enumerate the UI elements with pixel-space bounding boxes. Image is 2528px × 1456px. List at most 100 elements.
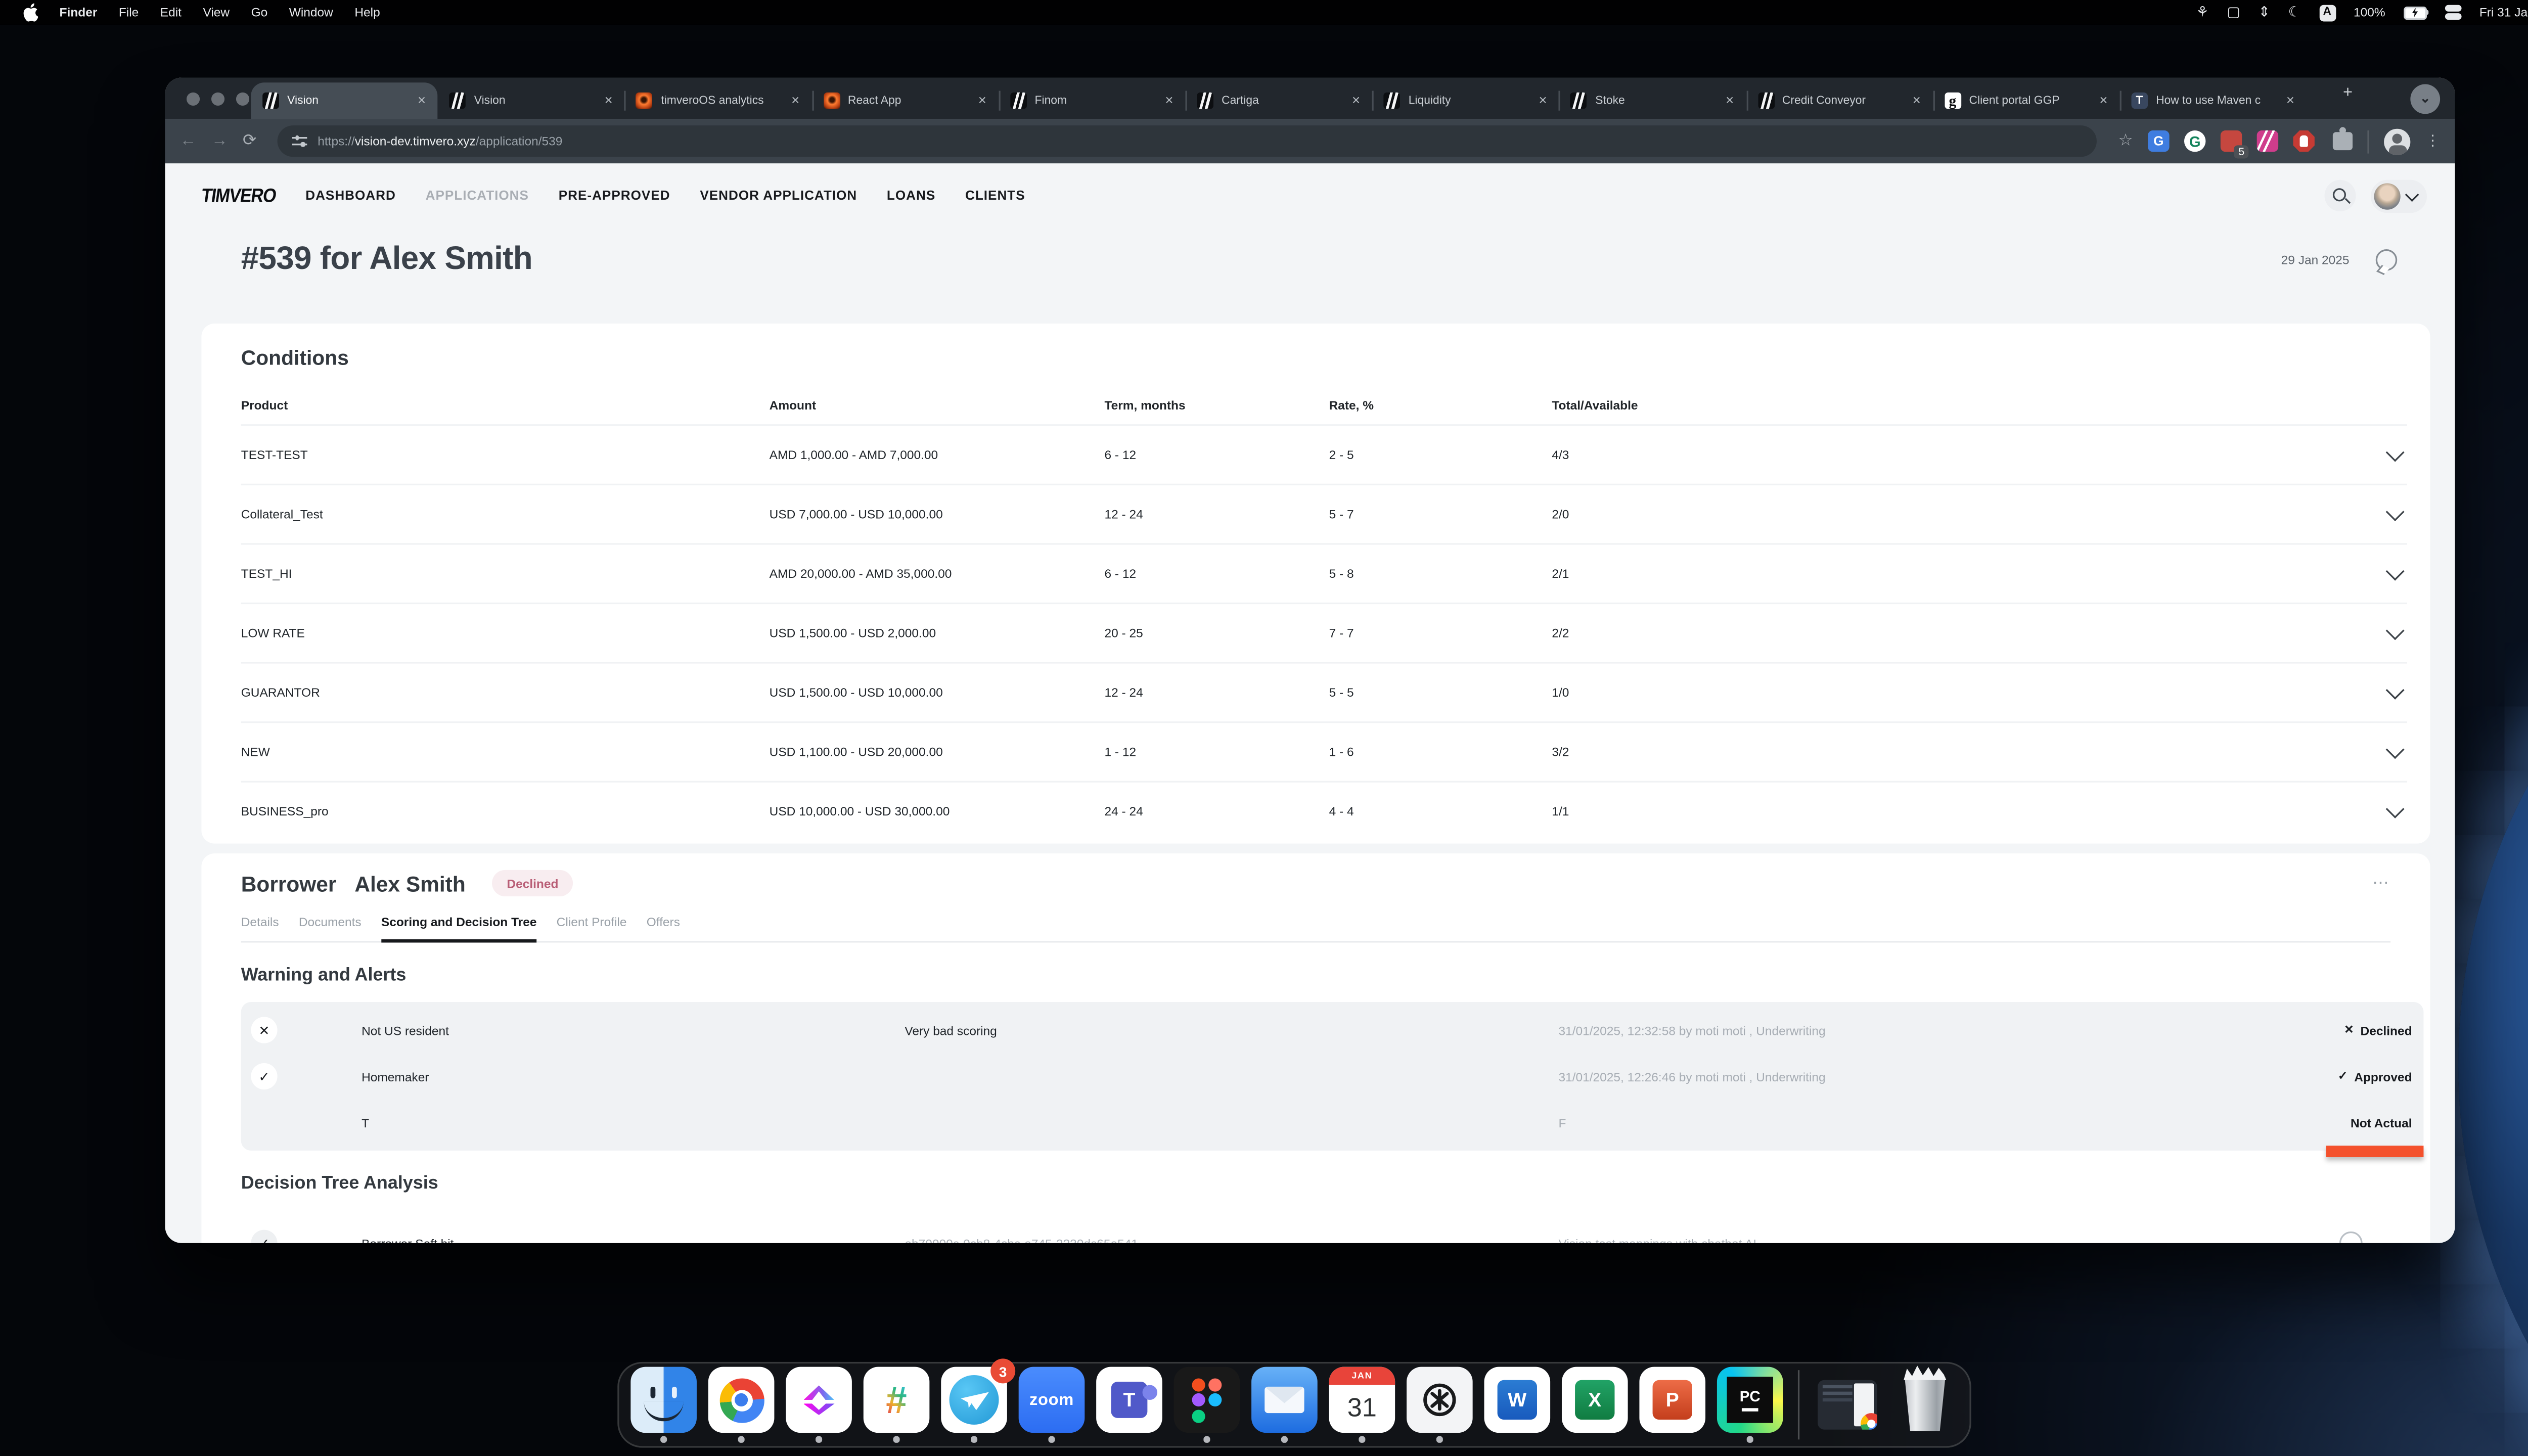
dock-powerpoint[interactable]: P [1639, 1367, 1705, 1442]
tab-close-icon[interactable]: ✕ [978, 94, 987, 107]
grammarly-extension-icon[interactable]: G [2184, 130, 2205, 152]
screen-mirroring-icon[interactable]: ▢ [2227, 6, 2240, 20]
extensions-puzzle-icon[interactable] [2333, 132, 2353, 150]
browser-menu-icon[interactable]: ⋮ [2425, 132, 2440, 150]
extension-with-badge-icon[interactable]: 5 [2221, 130, 2242, 152]
chevron-down-icon[interactable] [2385, 562, 2403, 580]
address-bar[interactable]: https://vision-dev.timvero.xyz/applicati… [278, 125, 2097, 157]
search-icon[interactable] [2325, 180, 2356, 211]
dock-finder[interactable] [630, 1367, 697, 1442]
dock-chatgpt[interactable] [1407, 1367, 1473, 1442]
minimize-window-button[interactable] [211, 92, 224, 105]
dock-calendar[interactable]: JAN 31 [1329, 1367, 1395, 1442]
decision-tree-row[interactable]: ✓ Borrower Soft hit eb70000c-0cb8-4cbc-a… [241, 1220, 2390, 1243]
menu-clock[interactable]: Fri 31 Jan 13:33 [2479, 5, 2528, 20]
nav-vendor-application[interactable]: VENDOR APPLICATION [700, 188, 857, 203]
forward-icon[interactable]: → [211, 133, 228, 150]
chevron-down-icon[interactable] [2385, 681, 2403, 699]
pink-extension-icon[interactable] [2257, 130, 2278, 152]
tab-client-profile[interactable]: Client Profile [557, 915, 627, 941]
tab-liquidity[interactable]: Liquidity ✕ [1372, 82, 1559, 119]
condition-row[interactable]: GUARANTOR USD 1,500.00 - USD 10,000.00 1… [241, 662, 2407, 721]
chevron-down-icon[interactable] [2385, 503, 2403, 521]
site-settings-icon[interactable] [293, 133, 307, 148]
apple-menu-icon[interactable] [23, 4, 38, 22]
tab-stoke[interactable]: Stoke ✕ [1559, 82, 1746, 119]
chevron-down-icon[interactable] [2385, 622, 2403, 640]
tab-how-to-use-maven[interactable]: T How to use Maven c ✕ [2119, 82, 2307, 119]
tab-close-icon[interactable]: ✕ [1539, 94, 1548, 107]
tab-close-icon[interactable]: ✕ [2099, 94, 2108, 107]
warning-row[interactable]: ✓ Homemaker 31/01/2025, 12:26:46 by moti… [241, 1053, 2424, 1099]
tab-details[interactable]: Details [241, 915, 279, 941]
tab-timveroos-analytics[interactable]: timveroOS analytics ✕ [625, 82, 812, 119]
status-utility-icon[interactable]: ⚘ [2196, 6, 2209, 20]
nav-clients[interactable]: CLIENTS [965, 188, 1025, 203]
menu-edit[interactable]: Edit [160, 5, 182, 20]
dock-clickup[interactable] [786, 1367, 852, 1442]
condition-row[interactable]: BUSINESS_pro USD 10,000.00 - USD 30,000.… [241, 781, 2407, 840]
tab-offers[interactable]: Offers [647, 915, 680, 941]
dock-excel[interactable]: X [1562, 1367, 1628, 1442]
tab-close-icon[interactable]: ✕ [2286, 94, 2295, 107]
nav-dashboard[interactable]: DASHBOARD [305, 188, 396, 203]
tab-search-button[interactable]: ⌄ [2410, 83, 2440, 113]
zoom-window-button[interactable] [236, 92, 249, 105]
comments-icon[interactable] [2376, 249, 2397, 270]
tab-documents[interactable]: Documents [299, 915, 362, 941]
row-action-icon[interactable] [2339, 1232, 2363, 1243]
timvero-logo[interactable]: TIMVERO [200, 185, 277, 207]
tab-close-icon[interactable]: ✕ [417, 94, 426, 107]
tab-close-icon[interactable]: ✕ [1351, 94, 1361, 107]
condition-row[interactable]: Collateral_Test USD 7,000.00 - USD 10,00… [241, 484, 2407, 543]
tab-cartiga[interactable]: Cartiga ✕ [1185, 82, 1372, 119]
dock-figma[interactable] [1174, 1367, 1240, 1442]
tab-close-icon[interactable]: ✕ [1912, 94, 1921, 107]
translate-extension-icon[interactable]: G [2148, 130, 2169, 152]
dock-word[interactable]: W [1484, 1367, 1551, 1442]
tab-scoring-decision-tree[interactable]: Scoring and Decision Tree [381, 915, 537, 943]
tab-close-icon[interactable]: ✕ [1165, 94, 1174, 107]
new-tab-button[interactable]: + [2343, 84, 2353, 103]
dock-slack[interactable]: # [864, 1367, 930, 1442]
warning-row[interactable]: ✕ Not US resident Very bad scoring 31/01… [241, 1007, 2424, 1053]
stage-manager-icon[interactable]: ⇕ [2258, 6, 2270, 20]
nav-pre-approved[interactable]: PRE-APPROVED [559, 188, 670, 203]
condition-row[interactable]: TEST_HI AMD 20,000.00 - AMD 35,000.00 6 … [241, 543, 2407, 603]
focus-moon-icon[interactable]: ☾ [2288, 6, 2301, 20]
tab-vision-2[interactable]: Vision ✕ [438, 82, 625, 119]
dock-trash[interactable] [1892, 1367, 1958, 1442]
chevron-down-icon[interactable] [2385, 443, 2403, 461]
menu-window[interactable]: Window [289, 5, 333, 20]
tab-close-icon[interactable]: ✕ [791, 94, 800, 107]
dock-mail[interactable] [1251, 1367, 1318, 1442]
nav-loans[interactable]: LOANS [887, 188, 935, 203]
tab-client-portal-ggp[interactable]: g Client portal GGP ✕ [1933, 82, 2120, 119]
menu-app-name[interactable]: Finder [60, 5, 98, 20]
condition-row[interactable]: LOW RATE USD 1,500.00 - USD 2,000.00 20 … [241, 603, 2407, 662]
menu-file[interactable]: File [119, 5, 139, 20]
back-icon[interactable]: ← [180, 133, 197, 150]
close-window-button[interactable] [187, 92, 200, 105]
control-center-icon[interactable] [2445, 5, 2461, 20]
menu-help[interactable]: Help [354, 5, 380, 20]
browser-profile-avatar[interactable] [2384, 128, 2410, 154]
borrower-menu-icon[interactable]: ⋯ [2372, 874, 2390, 892]
chevron-down-icon[interactable] [2385, 800, 2403, 818]
warning-row[interactable]: T F Not Actual [241, 1100, 2424, 1146]
dock-pycharm[interactable]: PC [1717, 1367, 1783, 1442]
dock-chrome[interactable] [708, 1367, 775, 1442]
condition-row[interactable]: NEW USD 1,100.00 - USD 20,000.00 1 - 12 … [241, 721, 2407, 781]
menu-view[interactable]: View [203, 5, 230, 20]
nav-applications[interactable]: APPLICATIONS [426, 188, 529, 203]
dock-zoom[interactable]: zoom [1019, 1367, 1085, 1442]
tab-vision-active[interactable]: Vision ✕ [251, 82, 438, 119]
menu-go[interactable]: Go [251, 5, 268, 20]
bookmark-star-icon[interactable]: ☆ [2118, 133, 2133, 150]
tab-close-icon[interactable]: ✕ [604, 94, 613, 107]
dock-minimized-window[interactable] [1815, 1372, 1881, 1438]
input-source-icon[interactable]: A [2319, 4, 2335, 21]
chevron-down-icon[interactable] [2385, 741, 2403, 758]
user-menu[interactable] [2371, 179, 2427, 212]
tab-finom[interactable]: Finom ✕ [999, 82, 1186, 119]
